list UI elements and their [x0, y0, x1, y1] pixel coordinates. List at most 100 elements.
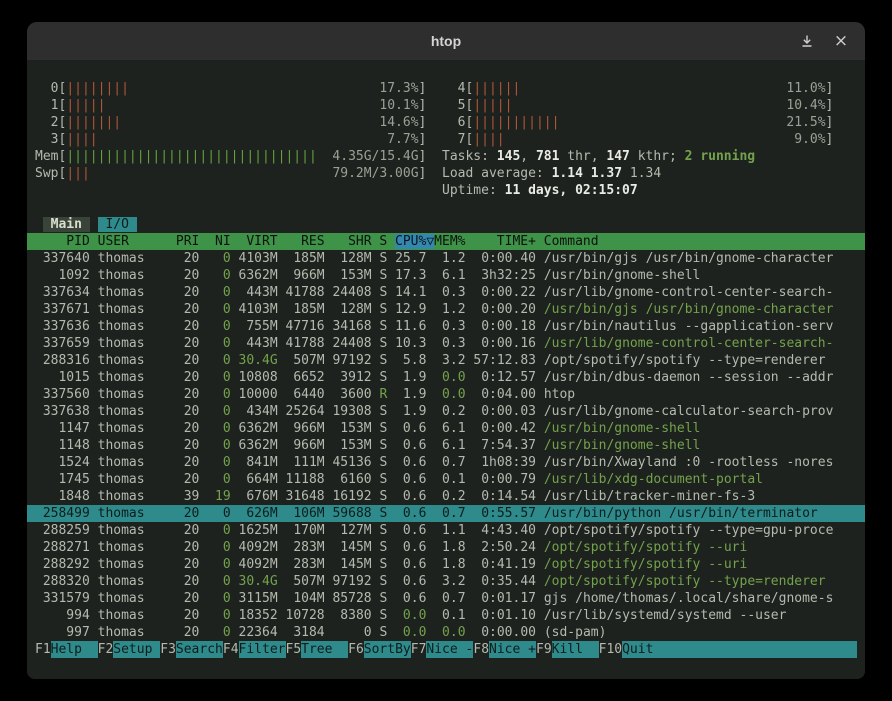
cell-pri: 20 [176, 625, 199, 640]
cell-pri: 20 [176, 472, 199, 487]
fkey-num-f8[interactable]: F8 [473, 641, 489, 658]
process-row[interactable]: 337560 thomas 20 0 10000 6440 3600 R 1.9… [27, 386, 865, 403]
fkey-kill[interactable]: Kill [552, 641, 599, 658]
process-row[interactable]: 1848 thomas 39 19 676M 31648 16192 S 0.6… [27, 488, 865, 505]
fkey-filter[interactable]: Filter [239, 641, 286, 658]
cell-time: 7:54.37 [473, 438, 536, 453]
cell-time: 2:50.24 [473, 540, 536, 555]
process-row[interactable]: 994 thomas 20 0 18352 10728 8380 S 0.0 0… [27, 607, 865, 624]
header-time[interactable]: TIME+ [473, 234, 536, 249]
cell-user: thomas [98, 489, 168, 504]
fkey-num-f10[interactable]: F10 [599, 641, 622, 658]
process-row[interactable]: 337638 thomas 20 0 434M 25264 19308 S 1.… [27, 403, 865, 420]
process-row[interactable]: 288316 thomas 20 0 30.4G 507M 97192 S 5.… [27, 352, 865, 369]
fkey-nice[interactable]: Nice - [426, 641, 473, 658]
cell-mem: 1.1 [434, 523, 465, 538]
fkey-num-f5[interactable]: F5 [286, 641, 302, 658]
cell-ni: 0 [207, 336, 230, 351]
process-row[interactable]: 337636 thomas 20 0 755M 47716 34168 S 11… [27, 318, 865, 335]
fkey-num-f2[interactable]: F2 [98, 641, 114, 658]
cpu0-meter-value: 17.3% [379, 81, 418, 96]
process-row[interactable]: 331579 thomas 20 0 3115M 104M 85728 S 0.… [27, 590, 865, 607]
cell-command: /usr/bin/gnome-shell [544, 421, 834, 436]
process-row[interactable]: 1015 thomas 20 0 10808 6652 3912 S 1.9 0… [27, 369, 865, 386]
cell-pri: 20 [176, 319, 199, 334]
cell-user: thomas [98, 455, 168, 470]
process-row[interactable]: 1092 thomas 20 0 6362M 966M 153M S 17.3 … [27, 267, 865, 284]
fkey-quit[interactable]: Quit [622, 641, 857, 658]
cell-user: thomas [98, 302, 168, 317]
fkey-num-f6[interactable]: F6 [348, 641, 364, 658]
fkey-tree[interactable]: Tree [301, 641, 348, 658]
cell-mem: 3.2 [434, 574, 465, 589]
process-row[interactable]: 1745 thomas 20 0 664M 11188 6160 S 0.6 0… [27, 471, 865, 488]
fkey-nice[interactable]: Nice + [489, 641, 536, 658]
header-command[interactable]: Command [544, 234, 834, 249]
cell-mem: 1.2 [434, 251, 465, 266]
process-row[interactable]: 1147 thomas 20 0 6362M 966M 153M S 0.6 6… [27, 420, 865, 437]
fkey-sortby[interactable]: SortBy [364, 641, 411, 658]
tab-main[interactable]: Main [43, 217, 90, 232]
cell-ni: 0 [207, 404, 230, 419]
header-mem[interactable]: MEM% [434, 234, 465, 249]
process-row[interactable]: 337671 thomas 20 0 4103M 185M 128M S 12.… [27, 301, 865, 318]
cell-command: /usr/bin/gjs /usr/bin/gnome-character [544, 251, 834, 266]
download-icon[interactable] [799, 33, 815, 49]
header-left-columns[interactable]: PID USER PRI NI VIRT RES SHR S [35, 234, 395, 249]
cell-state: S [379, 404, 387, 419]
cell-res: 507M [286, 574, 325, 589]
process-row[interactable]: 288292 thomas 20 0 4092M 283M 145M S 0.6… [27, 556, 865, 573]
cpu6-meter-value: 21.5% [786, 115, 825, 130]
close-icon[interactable]: × [833, 33, 849, 49]
fkey-num-f9[interactable]: F9 [536, 641, 552, 658]
cell-cpu: 0.6 [395, 489, 426, 504]
cell-shr: 128M [332, 251, 371, 266]
cell-time: 0:00.79 [473, 472, 536, 487]
cell-user: thomas [98, 319, 168, 334]
cell-shr: 6160 [332, 472, 371, 487]
cpu6-meter-label: 6 [442, 115, 465, 130]
fkey-num-f4[interactable]: F4 [223, 641, 239, 658]
process-row[interactable]: 997 thomas 20 0 22364 3184 0 S 0.0 0.0 0… [27, 624, 865, 641]
htop-screen[interactable]: 0[|||||||| 17.3%] 4[|||||| 11.0%] 1[||||… [27, 61, 865, 679]
process-row[interactable]: 337659 thomas 20 0 443M 41788 24408 S 10… [27, 335, 865, 352]
titlebar[interactable]: htop × [27, 22, 865, 61]
process-row[interactable]: 258499 thomas 20 0 626M 106M 59688 S 0.6… [27, 505, 865, 522]
cpu1-meter-value: 10.1% [379, 98, 418, 113]
cell-virt: 443M [239, 336, 278, 351]
cell-ni: 0 [207, 268, 230, 283]
fkey-search[interactable]: Search [176, 641, 223, 658]
process-row[interactable]: 1524 thomas 20 0 841M 111M 45136 S 0.6 0… [27, 454, 865, 471]
cell-ni: 0 [207, 319, 230, 334]
cell-pri: 20 [176, 557, 199, 572]
process-row[interactable]: 1148 thomas 20 0 6362M 966M 153M S 0.6 6… [27, 437, 865, 454]
fkey-num-f1[interactable]: F1 [35, 641, 51, 658]
fkey-num-f7[interactable]: F7 [411, 641, 427, 658]
sort-column-cpu[interactable]: CPU%▽ [395, 234, 434, 249]
cell-command: /usr/bin/gnome-shell [544, 438, 834, 453]
tab-io[interactable]: I/O [98, 217, 137, 232]
cell-cpu: 0.6 [395, 421, 426, 436]
cell-mem: 0.3 [434, 319, 465, 334]
cell-ni: 0 [207, 387, 230, 402]
fkey-help[interactable]: Help [51, 641, 98, 658]
cell-virt: 664M [239, 472, 278, 487]
cell-res: 25264 [286, 404, 325, 419]
fkey-setup[interactable]: Setup [113, 641, 160, 658]
cell-cpu: 25.7 [395, 251, 426, 266]
cell-command: /usr/lib/tracker-miner-fs-3 [544, 489, 834, 504]
process-row[interactable]: 288271 thomas 20 0 4092M 283M 145M S 0.6… [27, 539, 865, 556]
cell-virt: 4092M [239, 540, 278, 555]
terminal-window: htop × 0[|||||||| 17.3%] 4[|||||| 11.0%]… [27, 22, 865, 679]
cell-cpu: 0.6 [395, 472, 426, 487]
cell-ni: 0 [207, 251, 230, 266]
process-row[interactable]: 337634 thomas 20 0 443M 41788 24408 S 14… [27, 284, 865, 301]
process-row[interactable]: 288320 thomas 20 0 30.4G 507M 97192 S 0.… [27, 573, 865, 590]
process-row[interactable]: 337640 thomas 20 0 4103M 185M 128M S 25.… [27, 250, 865, 267]
table-header[interactable]: PID USER PRI NI VIRT RES SHR S CPU%▽MEM%… [27, 233, 865, 250]
cell-virt: 22364 [239, 625, 278, 640]
fkey-num-f3[interactable]: F3 [160, 641, 176, 658]
process-row[interactable]: 288259 thomas 20 0 1625M 170M 127M S 0.6… [27, 522, 865, 539]
cpu2-meter-value: 14.6% [379, 115, 418, 130]
cell-shr: 127M [332, 523, 371, 538]
